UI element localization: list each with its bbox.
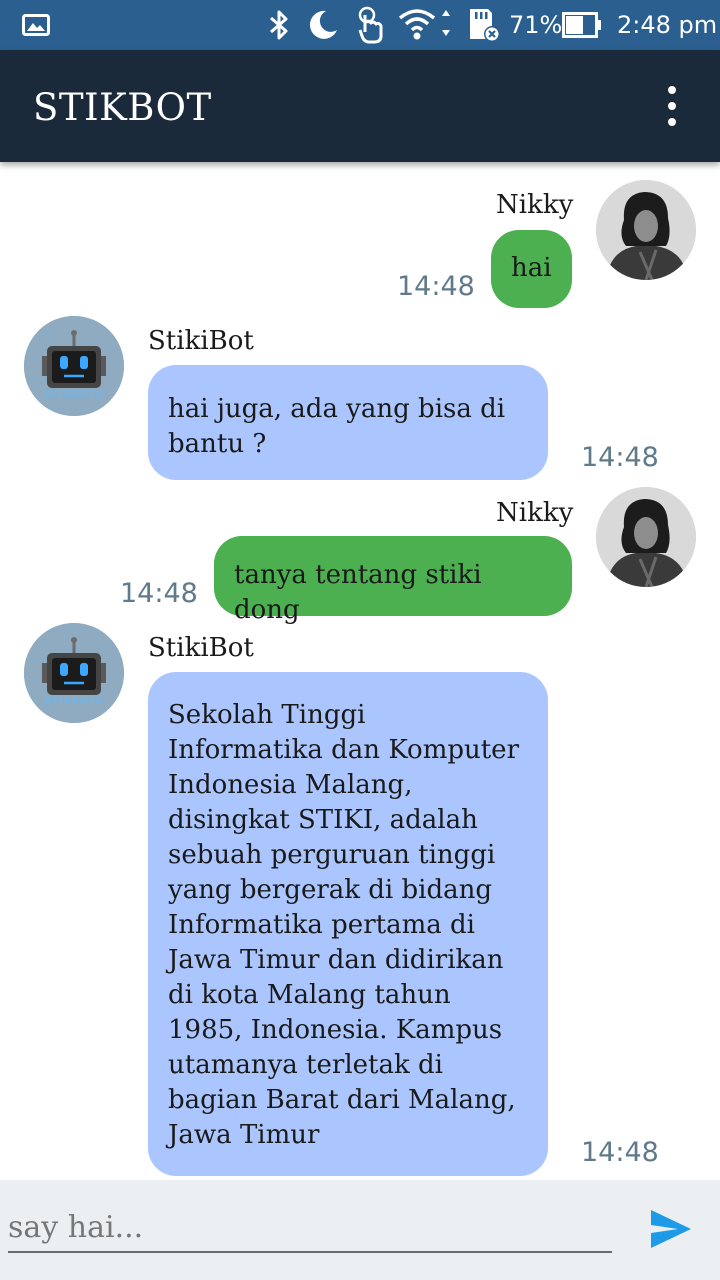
sd-card-error-icon (466, 0, 502, 50)
message-time: 14:48 (397, 271, 475, 302)
battery-percentage: 71% (509, 11, 563, 39)
message-text: Sekolah Tinggi Informatika dan Komputer … (168, 700, 519, 1150)
bot-avatar[interactable]: STIKBOTS (24, 316, 124, 416)
bluetooth-icon (268, 0, 290, 50)
overflow-menu-icon[interactable] (660, 86, 684, 126)
wifi-icon (398, 0, 454, 50)
sender-name: StikiBot (148, 326, 254, 356)
gallery-notification-icon (22, 0, 50, 50)
touch-hand-icon (356, 0, 386, 50)
bot-avatar-label: STIKBOTS (44, 390, 104, 400)
bot-avatar-label: STIKBOTS (44, 697, 104, 707)
user-avatar[interactable] (596, 180, 696, 280)
sender-name: StikiBot (148, 633, 254, 663)
message-text: hai (511, 253, 552, 283)
app-bar: STIKBOT (0, 50, 720, 162)
message-time: 14:48 (581, 1137, 659, 1168)
app-title: STIKBOT (33, 86, 212, 129)
message-input[interactable] (8, 1205, 608, 1249)
battery-icon (562, 0, 602, 50)
input-underline (8, 1251, 612, 1253)
message-text: tanya tentang stiki dong (234, 560, 482, 625)
chat-list[interactable]: Nikky 14:48 hai STIKBOTS StikiBot hai ju… (0, 162, 720, 1180)
do-not-disturb-moon-icon (306, 0, 340, 50)
status-bar: 71% 2:48 pm (0, 0, 720, 50)
send-icon (651, 1210, 691, 1248)
user-message-bubble[interactable]: hai (491, 230, 572, 308)
sender-name: Nikky (496, 190, 574, 220)
bot-message-bubble[interactable]: Sekolah Tinggi Informatika dan Komputer … (148, 672, 548, 1176)
sender-name: Nikky (496, 498, 574, 528)
message-time: 14:48 (120, 578, 198, 609)
bot-message-bubble[interactable]: hai juga, ada yang bisa di bantu ? (148, 365, 548, 480)
user-avatar[interactable] (596, 487, 696, 587)
bot-avatar[interactable]: STIKBOTS (24, 623, 124, 723)
message-text: hai juga, ada yang bisa di bantu ? (168, 394, 506, 459)
send-button[interactable] (648, 1207, 694, 1251)
status-time: 2:48 pm (617, 11, 718, 39)
user-message-bubble[interactable]: tanya tentang stiki dong (214, 536, 572, 625)
message-time: 14:48 (581, 442, 659, 473)
